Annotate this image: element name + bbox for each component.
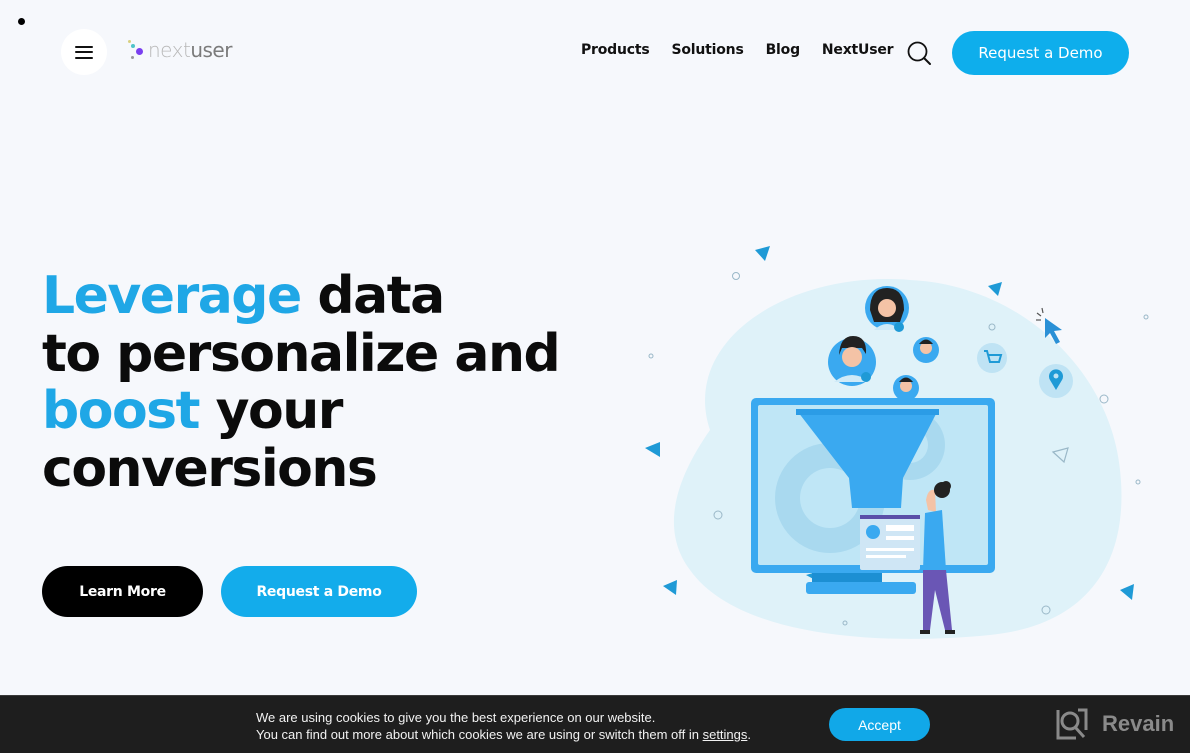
logo-dots-icon (125, 37, 147, 63)
nav-products[interactable]: Products (581, 42, 650, 58)
cookie-message: We are using cookies to give you the bes… (256, 709, 751, 743)
learn-more-button[interactable]: Learn More (42, 566, 203, 617)
hamburger-menu-icon (75, 45, 93, 59)
deco-triangle (1120, 584, 1134, 600)
main-nav: Products Solutions Blog NextUser (581, 42, 894, 58)
logo[interactable]: nextuser (125, 36, 232, 64)
cart-icon (977, 343, 1007, 373)
logo-text-user: user (190, 38, 232, 62)
hero-title-line1: data (300, 266, 445, 326)
location-pin-icon (1039, 364, 1073, 398)
logo-text-next: next (148, 38, 191, 62)
hero-title-line2: to personalize and (42, 323, 561, 384)
deco-triangle (755, 246, 770, 261)
cookie-banner: We are using cookies to give you the bes… (0, 695, 1190, 753)
list-bullet (18, 18, 25, 25)
deco-triangle (663, 580, 677, 595)
avatar-small-2 (893, 375, 919, 401)
nav-solutions[interactable]: Solutions (672, 42, 744, 58)
cookie-line-2-suffix: . (747, 727, 752, 742)
hero-title-line3: your (198, 381, 344, 441)
menu-button[interactable] (61, 29, 107, 75)
nav-nextuser[interactable]: NextUser (822, 42, 894, 58)
cookie-line-1: We are using cookies to give you the bes… (256, 710, 656, 725)
nav-blog[interactable]: Blog (766, 42, 801, 58)
revain-logo-icon (1056, 708, 1088, 740)
hero-title-accent-2: boost (42, 381, 200, 441)
cookie-line-2: You can find out more about which cookie… (256, 727, 703, 742)
hero-illustration (645, 246, 1149, 639)
header-request-demo-button[interactable]: Request a Demo (952, 31, 1129, 75)
deco-triangle (988, 282, 1002, 296)
avatar-small-1 (913, 337, 939, 363)
revain-label: Revain (1102, 711, 1175, 736)
hero-title-line4: conversions (42, 438, 378, 499)
hero-title-accent-1: Leverage (42, 266, 302, 326)
cookie-accept-button[interactable]: Accept (829, 708, 930, 741)
search-icon[interactable] (906, 40, 932, 66)
revain-watermark: Revain (1056, 706, 1174, 742)
hero-request-demo-button[interactable]: Request a Demo (221, 566, 417, 617)
hero-title: Leverage data to personalize and boost y… (42, 266, 561, 499)
cookie-settings-link[interactable]: settings (703, 727, 748, 742)
deco-triangle (645, 442, 660, 457)
